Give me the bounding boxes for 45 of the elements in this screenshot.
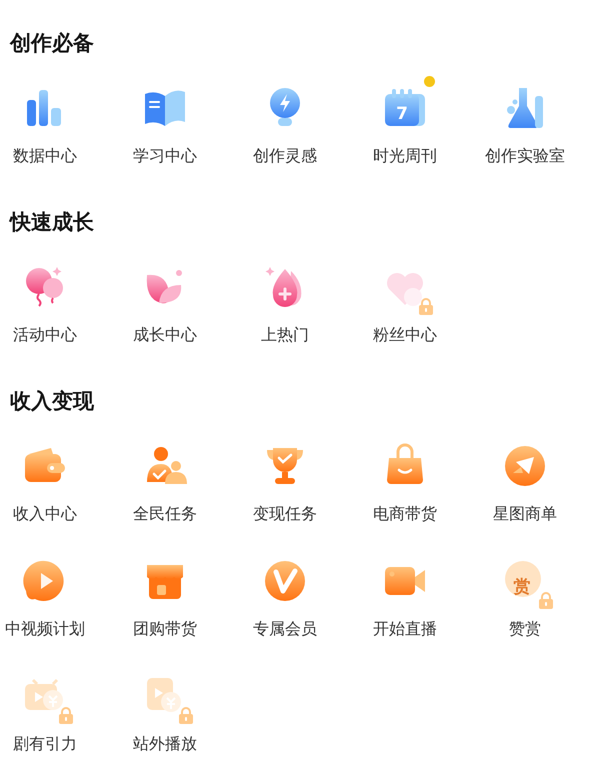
menu-label: 成长中心 <box>133 324 197 346</box>
menu-label: 创作实验室 <box>485 145 565 167</box>
menu-label: 收入中心 <box>13 503 77 525</box>
menu-item[interactable]: 创作灵感 <box>225 74 345 167</box>
menu-label: 时光周刊 <box>373 145 437 167</box>
menu-label: 学习中心 <box>133 145 197 167</box>
section-title: 收入变现 <box>10 388 95 415</box>
menu-item[interactable]: 收入中心 <box>0 432 105 525</box>
menu-label: 站外播放 <box>133 733 197 755</box>
menu-item[interactable]: 中视频计划 <box>0 547 105 640</box>
menu-item[interactable]: 专属会员 <box>225 547 345 640</box>
menu-item[interactable]: 星图商单 <box>465 432 585 525</box>
menu-label: 电商带货 <box>373 503 437 525</box>
menu-label: 数据中心 <box>13 145 77 167</box>
menu-item[interactable]: 活动中心 <box>0 253 105 346</box>
menu-item[interactable]: 全民任务 <box>105 432 225 525</box>
section-title: 快速成长 <box>10 209 95 236</box>
menu-label: 开始直播 <box>373 618 437 640</box>
menu-label: 赞赏 <box>509 618 541 640</box>
menu-label: 剧有引力 <box>13 733 77 755</box>
menu-item[interactable]: 站外播放 <box>105 662 225 755</box>
menu-item[interactable]: 粉丝中心 <box>345 253 465 346</box>
menu-label: 创作灵感 <box>253 145 317 167</box>
menu-label: 活动中心 <box>13 324 77 346</box>
menu-label: 粉丝中心 <box>373 324 437 346</box>
menu-label: 团购带货 <box>133 618 197 640</box>
menu-item[interactable]: 7 时光周刊 <box>345 74 465 167</box>
menu-item[interactable]: 成长中心 <box>105 253 225 346</box>
menu-item[interactable]: 上热门 <box>225 253 345 346</box>
section-title: 创作必备 <box>10 30 95 57</box>
menu-item[interactable]: 团购带货 <box>105 547 225 640</box>
menu-label: 上热门 <box>261 324 309 346</box>
menu-item[interactable]: 电商带货 <box>345 432 465 525</box>
menu-item[interactable]: 剧有引力 <box>0 662 105 755</box>
menu-item[interactable]: 创作实验室 <box>465 74 585 167</box>
menu-item[interactable]: 变现任务 <box>225 432 345 525</box>
menu-item[interactable]: 开始直播 <box>345 547 465 640</box>
menu-label: 星图商单 <box>493 503 557 525</box>
menu-item[interactable]: 数据中心 <box>0 74 105 167</box>
menu-item[interactable]: 学习中心 <box>105 74 225 167</box>
menu-label: 全民任务 <box>133 503 197 525</box>
menu-label: 变现任务 <box>253 503 317 525</box>
menu-label: 中视频计划 <box>5 618 85 640</box>
menu-item[interactable]: 赏 赞赏 <box>465 547 585 640</box>
menu-label: 专属会员 <box>253 618 317 640</box>
